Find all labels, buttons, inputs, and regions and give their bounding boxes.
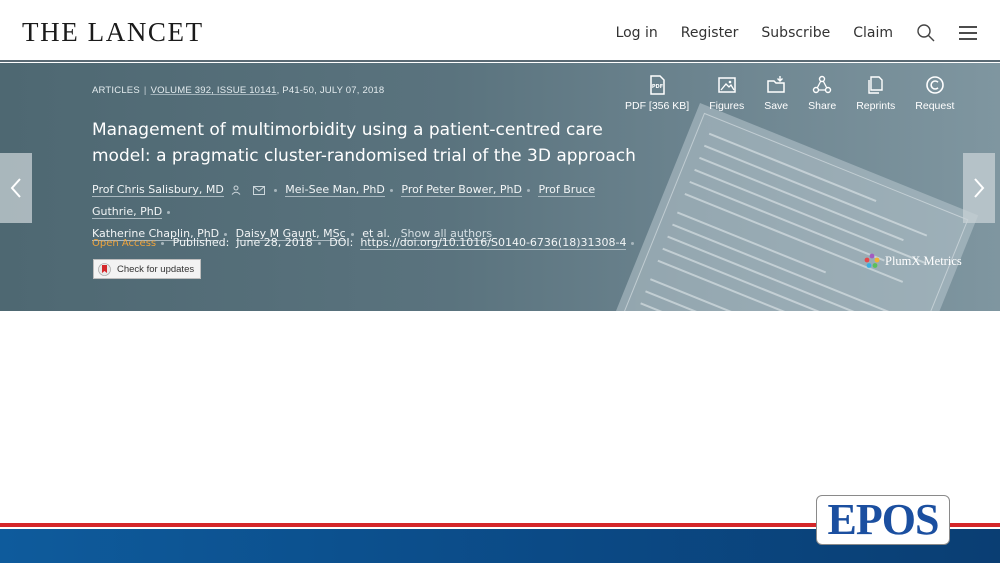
share-icon <box>812 75 832 94</box>
claim-link[interactable]: Claim <box>853 25 893 41</box>
author-link[interactable]: Prof Peter Bower, PhD <box>401 183 522 197</box>
doi-label: DOI: <box>329 236 354 249</box>
check-for-updates-button[interactable]: Check for updates <box>93 259 201 279</box>
doi-link[interactable]: https://doi.org/10.1016/S0140-6736(18)31… <box>360 236 627 250</box>
menu-icon[interactable] <box>958 23 978 43</box>
plumx-metrics-link[interactable]: PlumX Metrics <box>863 252 962 270</box>
pdf-icon: PDF <box>650 75 665 95</box>
save-folder-icon <box>767 76 785 93</box>
volume-issue-link[interactable]: VOLUME 392, ISSUE 10141 <box>151 85 277 96</box>
chevron-left-icon <box>10 178 21 198</box>
epos-logo[interactable]: EPOS <box>816 495 950 545</box>
plumx-icon <box>864 253 880 268</box>
site-header: THE LANCET Log in Register Subscribe Cla… <box>0 0 1000 62</box>
pdf-label: PDF [356 KB] <box>625 100 690 112</box>
next-article-button[interactable] <box>963 153 995 223</box>
request-label: Request <box>915 100 955 112</box>
request-tool[interactable]: Request <box>915 75 954 112</box>
article-meta: ARTICLES | VOLUME 392, ISSUE 10141, P41-50… <box>92 85 385 96</box>
published-label: Published: <box>172 236 230 249</box>
chevron-right-icon <box>974 178 985 198</box>
article-title: Management of multimorbidity using a pat… <box>92 120 636 166</box>
pages-date: , P41-50, JULY 07, 2018 <box>276 85 385 96</box>
reprints-tool[interactable]: Reprints <box>856 75 895 112</box>
image-icon <box>717 77 736 93</box>
save-label: Save <box>764 100 789 112</box>
figures-label: Figures <box>709 100 745 112</box>
epos-logo-text: EPOS <box>827 495 940 544</box>
person-icon[interactable] <box>231 185 241 195</box>
lancet-logo[interactable]: THE LANCET <box>22 17 204 48</box>
check-for-updates-label: Check for updates <box>117 263 195 275</box>
publication-info: Open Access Published: June 28, 2018 DOI… <box>92 236 639 250</box>
share-tool[interactable]: Share <box>808 75 836 112</box>
article-tools: PDF PDF [356 KB] Figures Save Share Repr… <box>625 75 974 112</box>
author-link[interactable]: Prof Chris Salisbury, MD <box>92 183 224 197</box>
pdf-tool[interactable]: PDF PDF [356 KB] <box>625 75 689 112</box>
open-access-label: Open Access <box>92 238 157 249</box>
reprints-icon <box>868 76 883 94</box>
svg-text:PDF: PDF <box>652 84 663 90</box>
article-type: ARTICLES <box>92 85 140 96</box>
copyright-icon <box>926 76 944 94</box>
search-icon[interactable] <box>916 23 936 43</box>
login-link[interactable]: Log in <box>616 25 658 41</box>
article-hero: ARTICLES | VOLUME 392, ISSUE 10141, P41-50… <box>0 63 1000 311</box>
author-link[interactable]: Mei-See Man, PhD <box>285 183 385 197</box>
figures-tool[interactable]: Figures <box>709 75 744 112</box>
subscribe-link[interactable]: Subscribe <box>761 25 830 41</box>
top-nav: Log in Register Subscribe Claim <box>616 23 1000 43</box>
reprints-label: Reprints <box>856 100 896 112</box>
plumx-label: PlumX Metrics <box>885 253 962 268</box>
share-label: Share <box>808 100 837 112</box>
crossmark-icon <box>98 262 111 276</box>
save-tool[interactable]: Save <box>764 75 788 112</box>
register-link[interactable]: Register <box>681 25 739 41</box>
email-icon[interactable] <box>252 185 265 195</box>
published-date: June 28, 2018 <box>236 236 313 249</box>
previous-article-button[interactable] <box>0 153 32 223</box>
